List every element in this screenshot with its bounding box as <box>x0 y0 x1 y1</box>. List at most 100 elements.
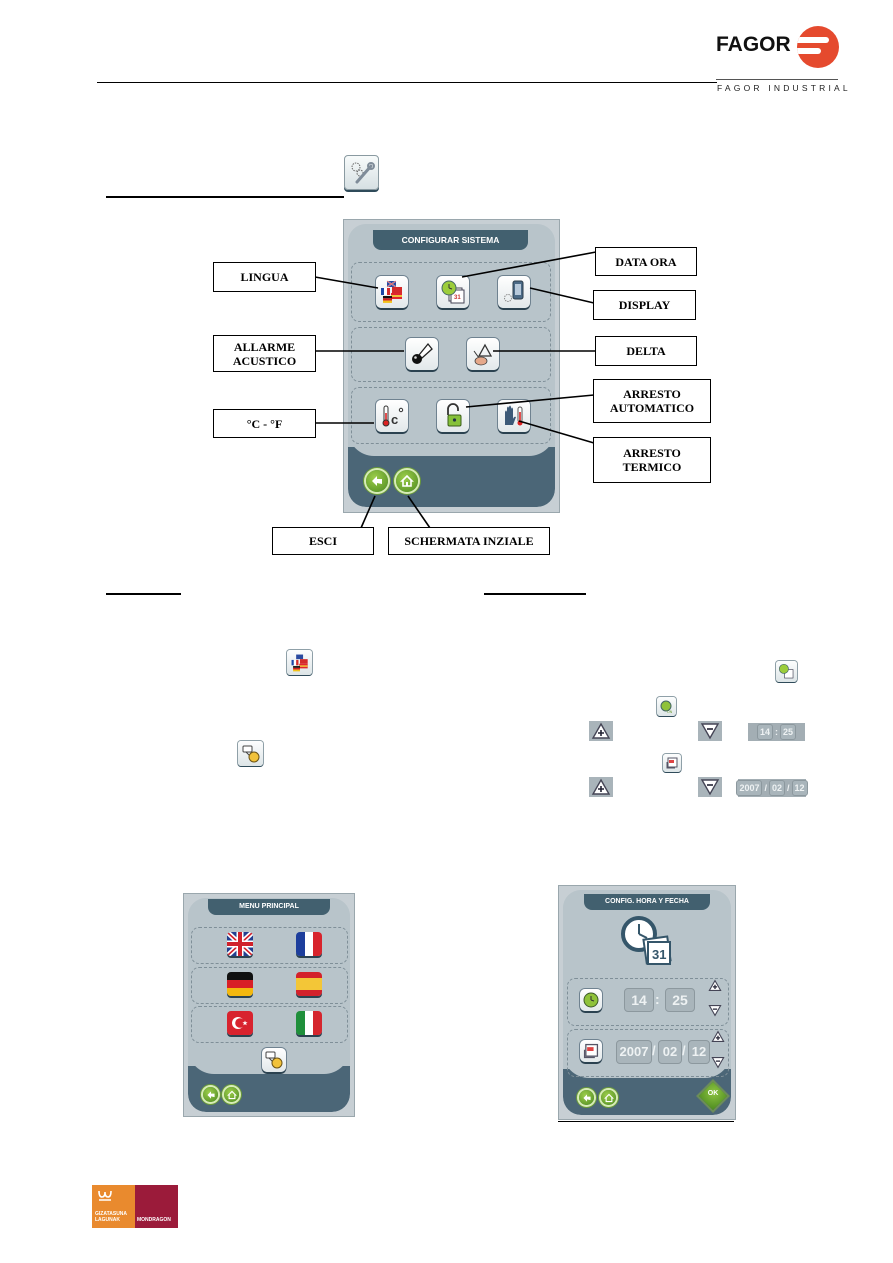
callout-data-ora: DATA ORA <box>595 247 697 276</box>
uk-flag-icon <box>227 932 253 956</box>
speech-face-icon <box>265 1051 283 1069</box>
back-arrow-icon <box>206 1090 215 1099</box>
triangle-down-minus-icon <box>711 1057 725 1069</box>
menu-principal-screenshot: MENU PRINCIPAL <box>183 893 355 1117</box>
clock-icon <box>583 992 599 1008</box>
day-field[interactable]: 12 <box>688 1040 710 1064</box>
flag-turkey-button[interactable] <box>227 1011 253 1035</box>
calendar-icon <box>583 1043 599 1059</box>
lingua-section-underline <box>106 593 181 595</box>
data-ora-section-underline <box>484 593 586 595</box>
clock-calendar-large-icon: 31 <box>621 916 672 965</box>
config-hora-fecha-screenshot: CONFIG. HORA Y FECHA 31 14 : 25 2007 / 0… <box>558 885 736 1120</box>
callout-esci: ESCI <box>272 527 374 555</box>
flags-row-1 <box>191 927 348 964</box>
clock-icon: ON <box>660 700 673 714</box>
callout-arresto-auto-line2: AUTOMATICO <box>609 401 695 415</box>
callout-celsius-fahrenheit: °C - °F <box>213 409 316 438</box>
callout-leaders <box>314 251 597 529</box>
callout-allarme-line1: ALLARME <box>233 339 296 354</box>
callout-allarme-acustico: ALLARME ACUSTICO <box>213 335 316 372</box>
mondragon-logo: GIZATASUNA LAGUNAK MONDRAGON <box>92 1185 178 1228</box>
svg-text:ON: ON <box>667 710 673 714</box>
config-home-button[interactable] <box>601 1090 616 1105</box>
minute-field[interactable]: 25 <box>665 988 695 1012</box>
callout-arresto-auto-line1: ARRESTO <box>623 387 681 401</box>
time-colon: : <box>655 991 660 1007</box>
decrease-date-icon <box>698 777 722 797</box>
callout-allarme-line2: ACUSTICO <box>232 353 297 368</box>
flag-france-button[interactable] <box>296 932 322 956</box>
inline-speech-face-icon <box>238 741 263 766</box>
triangle-down-minus-icon <box>700 779 720 796</box>
flag-italy-button[interactable] <box>296 1011 322 1035</box>
calendar-icon <box>666 757 678 769</box>
config-device-screen: CONFIG. HORA Y FECHA 31 14 : 25 2007 / 0… <box>563 890 731 1115</box>
hour-field[interactable]: 14 <box>624 988 654 1012</box>
month-field[interactable]: 02 <box>658 1040 682 1064</box>
decrease-time-icon <box>698 721 722 741</box>
inline-calendar-icon <box>663 754 681 772</box>
increase-date-icon <box>589 777 613 797</box>
triangle-up-plus-icon <box>591 778 611 795</box>
callout-arresto-automatico: ARRESTO AUTOMATICO <box>593 379 711 423</box>
year-field[interactable]: 2007 <box>616 1040 652 1064</box>
flags-row-3 <box>191 1006 348 1043</box>
menu-title: MENU PRINCIPAL <box>208 899 330 915</box>
increase-time-icon <box>589 721 613 741</box>
speech-face-icon <box>242 745 259 762</box>
menu-exit-button[interactable] <box>203 1087 218 1102</box>
svg-text:31: 31 <box>652 947 666 962</box>
callout-arresto-term-line2: TERMICO <box>622 460 682 474</box>
flag-germany-button[interactable] <box>227 972 253 996</box>
triangle-up-plus-icon <box>591 722 611 739</box>
triangle-down-minus-icon <box>700 723 720 740</box>
mondragon-right-text: MONDRAGON <box>137 1217 171 1223</box>
date-separator-1: / <box>764 783 767 793</box>
callout-arresto-termico: ARRESTO TERMICO <box>593 437 711 483</box>
time-hour: 14 <box>756 724 773 740</box>
time-separator: : <box>775 727 778 737</box>
date-slash-2: / <box>682 1043 686 1058</box>
date-mode-button[interactable] <box>580 1040 602 1062</box>
flag-uk-button[interactable] <box>227 932 253 956</box>
mondragon-logo-red: MONDRAGON <box>135 1185 178 1228</box>
config-screenshot-underline <box>558 1121 734 1122</box>
date-month: 02 <box>769 780 786 796</box>
inline-date-time-icon <box>776 661 797 682</box>
crown-icon <box>98 1190 112 1201</box>
config-exit-button[interactable] <box>579 1090 594 1105</box>
callout-schermata-iniziale: SCHERMATA INZIALE <box>388 527 550 555</box>
triangle-up-plus-icon <box>708 979 722 991</box>
date-day: 12 <box>791 780 808 796</box>
turkey-flag-icon <box>227 1011 253 1035</box>
callout-lingua: LINGUA <box>213 262 316 292</box>
inline-time-field: 14 : 25 <box>748 723 805 741</box>
inline-language-icon <box>287 650 312 675</box>
date-separator-2: / <box>787 783 790 793</box>
flags-row-2 <box>191 967 348 1004</box>
menu-speech-face-button[interactable] <box>262 1048 286 1072</box>
time-minute: 25 <box>780 724 797 740</box>
time-down-button[interactable] <box>708 1004 722 1022</box>
time-mode-button[interactable] <box>580 989 602 1011</box>
clock-calendar-icon <box>778 663 794 679</box>
triangle-down-minus-icon <box>708 1005 722 1017</box>
home-icon <box>226 1090 237 1099</box>
mondragon-logo-orange: GIZATASUNA LAGUNAK <box>92 1185 135 1228</box>
triangle-up-plus-icon <box>711 1030 725 1042</box>
date-year: 2007 <box>736 780 763 796</box>
date-slash-1: / <box>652 1043 656 1058</box>
mondragon-left-line2: LAGUNAK <box>95 1217 120 1223</box>
callout-display: DISPLAY <box>593 290 696 320</box>
callout-arresto-term-line1: ARRESTO <box>623 446 681 460</box>
date-up-button[interactable] <box>711 1030 725 1048</box>
home-icon <box>603 1093 614 1102</box>
menu-home-button[interactable] <box>224 1087 239 1102</box>
flag-spain-button[interactable] <box>296 972 322 996</box>
ok-label: OK <box>707 1090 719 1097</box>
back-arrow-icon <box>582 1093 591 1102</box>
config-title: CONFIG. HORA Y FECHA <box>584 894 710 910</box>
date-down-button[interactable] <box>711 1056 725 1074</box>
time-up-button[interactable] <box>708 979 722 997</box>
